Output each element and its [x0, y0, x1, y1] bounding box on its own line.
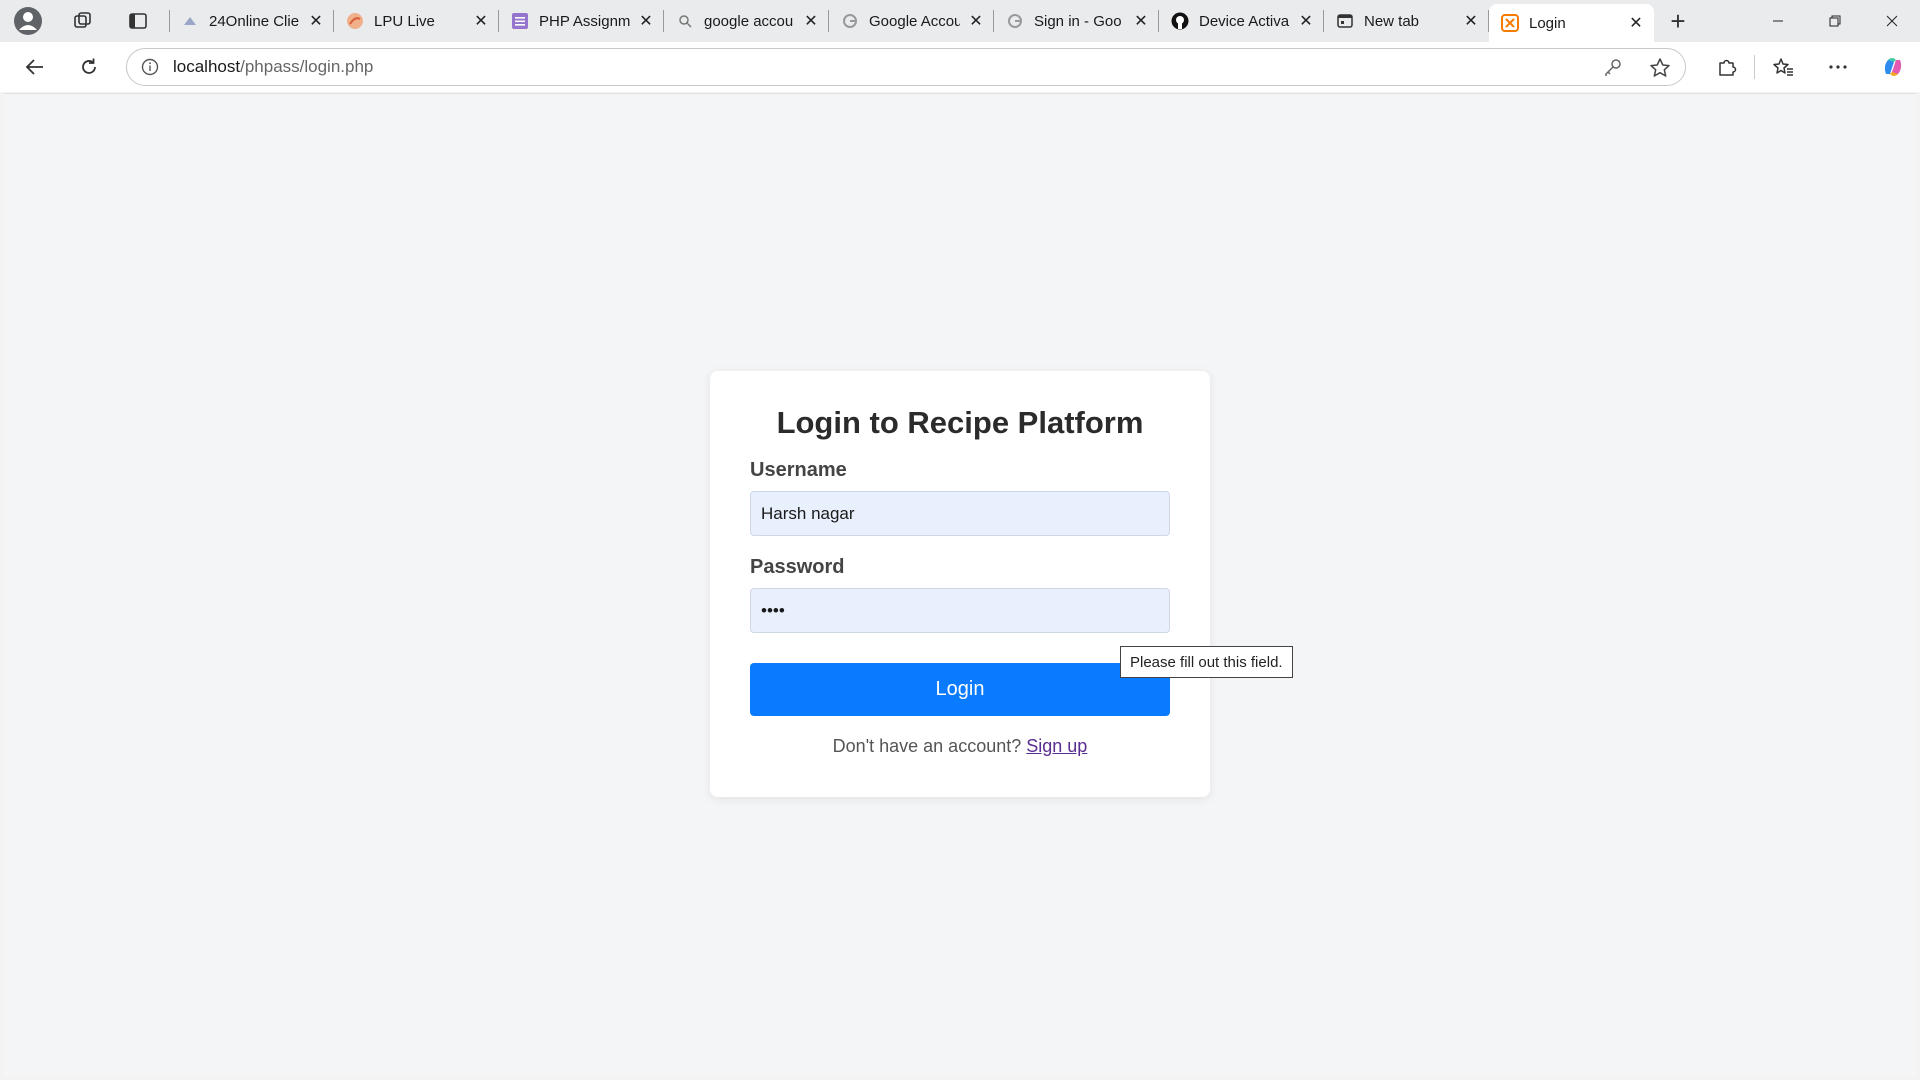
address-bar[interactable]: localhost/phpass/login.php: [126, 48, 1686, 86]
tab-title: LPU Live: [374, 12, 435, 30]
close-icon[interactable]: ✕: [636, 11, 656, 31]
tab-google-signin[interactable]: Sign in - Goo ✕: [994, 0, 1159, 42]
close-icon[interactable]: ✕: [471, 11, 491, 31]
back-arrow-icon: [25, 59, 43, 75]
minimize-icon: [1772, 20, 1783, 22]
puzzle-icon: [1718, 59, 1736, 76]
toolbar-right: [1699, 42, 1920, 92]
close-icon[interactable]: ✕: [306, 11, 326, 31]
back-button[interactable]: [8, 42, 62, 92]
close-icon[interactable]: ✕: [1461, 11, 1481, 31]
refresh-icon: [82, 58, 96, 74]
tab-lpu-live[interactable]: LPU Live ✕: [334, 0, 499, 42]
tab-php-assignment[interactable]: PHP Assignm ✕: [499, 0, 664, 42]
workspaces-button[interactable]: [55, 0, 110, 42]
close-icon[interactable]: ✕: [801, 11, 821, 31]
extensions-button[interactable]: [1699, 56, 1754, 78]
vertical-tabs-icon: [128, 13, 147, 29]
github-icon: [1171, 12, 1189, 30]
copilot-icon: [1884, 58, 1901, 76]
form-icon: [511, 12, 529, 30]
close-icon[interactable]: ✕: [1131, 11, 1151, 31]
url-text[interactable]: localhost/phpass/login.php: [173, 57, 373, 77]
browser-toolbar: localhost/phpass/login.php: [0, 42, 1920, 92]
newtab-icon: [1336, 12, 1354, 30]
tab-google-search[interactable]: google accou ✕: [664, 0, 829, 42]
tab-title: Device Activa: [1199, 12, 1290, 30]
favorites-button[interactable]: [1755, 56, 1810, 78]
username-input[interactable]: Harsh nagar: [750, 491, 1170, 536]
settings-more-button[interactable]: [1810, 64, 1865, 70]
signup-prompt: Don't have an account? Sign up: [750, 736, 1170, 757]
tab-title: Sign in - Goo: [1034, 12, 1122, 30]
xampp-icon: [1501, 14, 1519, 32]
vertical-tabs-button[interactable]: [110, 0, 165, 42]
tab-strip: 24Online Clie ✕ LPU Live ✕ PHP Assignm ✕…: [0, 0, 1920, 42]
favorites-list-icon: [1772, 58, 1793, 76]
google-icon: [841, 12, 859, 30]
tab-title: Login: [1529, 14, 1566, 32]
tab-title: PHP Assignm: [539, 12, 630, 30]
plus-icon: +: [1670, 5, 1686, 36]
restore-button[interactable]: [1806, 0, 1863, 42]
tab-login[interactable]: Login ✕: [1489, 4, 1654, 42]
profile-icon: [13, 7, 42, 35]
tab-title: 24Online Clie: [209, 12, 300, 30]
tab-title: google accou: [704, 12, 794, 30]
workspaces-icon: [73, 12, 91, 28]
new-tab-button[interactable]: +: [1654, 0, 1702, 42]
refresh-button[interactable]: [62, 42, 116, 92]
signup-prompt-text: Don't have an account?: [832, 736, 1022, 756]
tab-title: Google Accou: [869, 12, 960, 30]
profile-button[interactable]: [0, 0, 55, 42]
page-title: Login to Recipe Platform: [776, 405, 1144, 440]
page-viewport: Login to Recipe Platform Username Harsh …: [4, 93, 1916, 1076]
close-window-button[interactable]: [1863, 0, 1920, 42]
tab-24online[interactable]: 24Online Clie ✕: [169, 0, 334, 42]
address-bar-actions: [1603, 49, 1671, 87]
login-button[interactable]: Login: [750, 663, 1170, 716]
copilot-button[interactable]: [1865, 54, 1920, 80]
close-icon[interactable]: ✕: [966, 11, 986, 31]
url-path: /phpass/login.php: [240, 57, 374, 76]
password-input[interactable]: ••••: [750, 588, 1170, 633]
login-card: Login to Recipe Platform Username Harsh …: [710, 371, 1210, 797]
search-icon: [676, 12, 694, 30]
more-dots-icon: [1828, 65, 1847, 69]
close-icon[interactable]: ✕: [1296, 11, 1316, 31]
window-controls: [1749, 0, 1920, 42]
site-info-icon[interactable]: [127, 58, 173, 76]
signup-link[interactable]: Sign up: [1026, 736, 1087, 756]
url-host: localhost: [173, 57, 241, 76]
tab-title: New tab: [1364, 12, 1420, 30]
close-icon[interactable]: ✕: [1626, 13, 1646, 33]
tab-google-account[interactable]: Google Accou ✕: [829, 0, 994, 42]
password-label: Password: [750, 556, 845, 578]
tab-device-activation[interactable]: Device Activa ✕: [1159, 0, 1324, 42]
username-label: Username: [750, 459, 847, 481]
restore-icon: [1829, 15, 1840, 27]
favorite-star-icon[interactable]: [1649, 57, 1671, 79]
tab-new-tab[interactable]: New tab ✕: [1324, 0, 1489, 42]
close-icon: [1886, 15, 1897, 27]
validation-tooltip: Please fill out this field.: [1120, 646, 1293, 678]
lpu-icon: [346, 12, 364, 30]
key-icon[interactable]: [1603, 58, 1623, 78]
tab-list: 24Online Clie ✕ LPU Live ✕ PHP Assignm ✕…: [169, 0, 1654, 42]
google-icon: [1006, 12, 1024, 30]
triangle-icon: [181, 12, 199, 30]
minimize-button[interactable]: [1749, 0, 1806, 42]
